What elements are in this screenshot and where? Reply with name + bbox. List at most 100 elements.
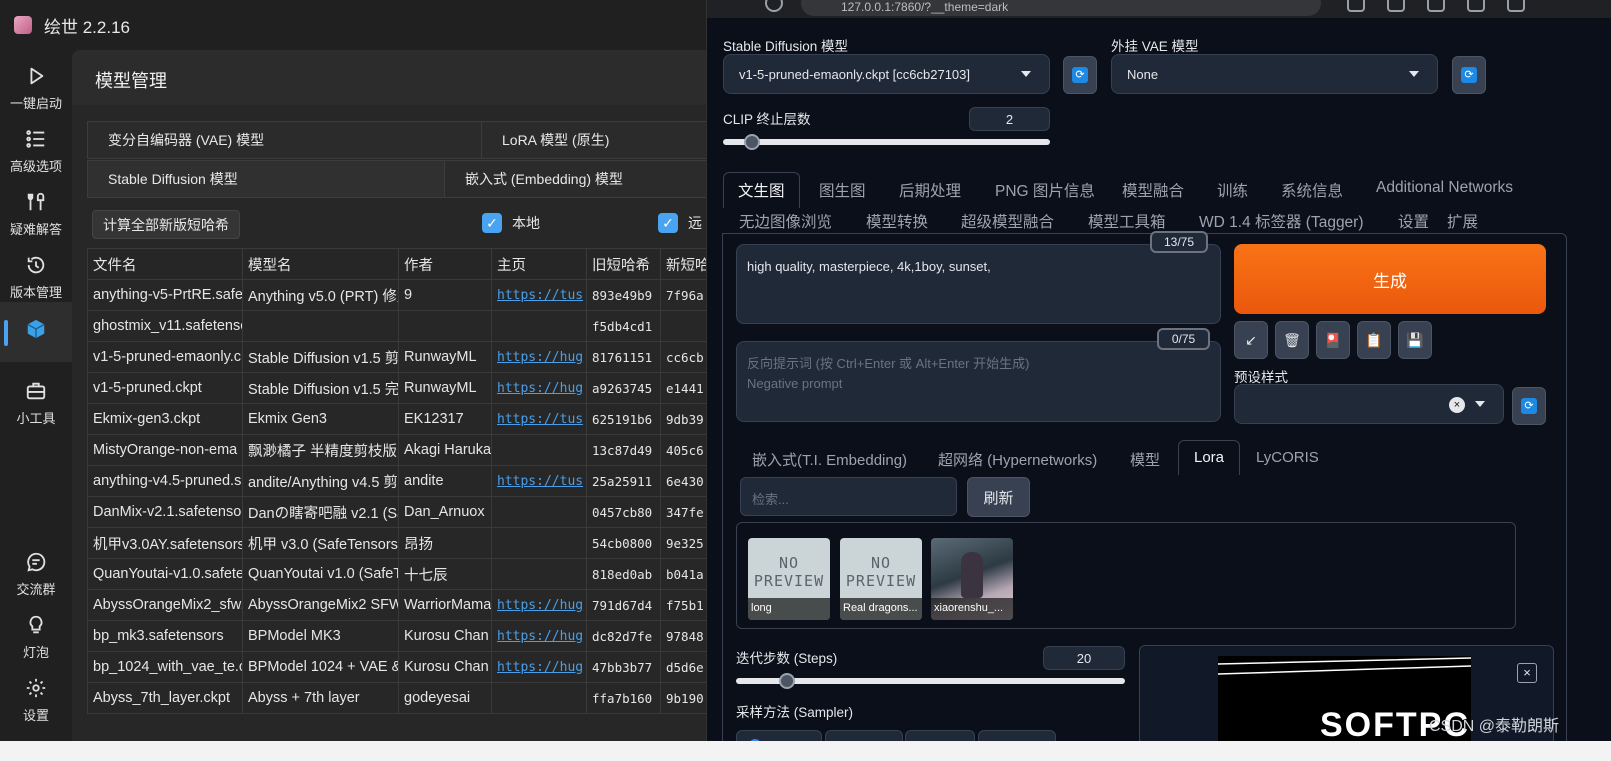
nav-settings[interactable]: 设置 bbox=[0, 670, 72, 730]
homepage-link[interactable]: https://tus bbox=[491, 465, 587, 497]
main-tab[interactable]: 模型转换 bbox=[866, 210, 928, 232]
clear-icon[interactable]: × bbox=[1449, 397, 1465, 413]
main-tab[interactable]: Additional Networks bbox=[1376, 179, 1513, 197]
table-row[interactable]: v1-5-pruned.ckpt Stable Diffusion v1.5 完R… bbox=[87, 372, 706, 404]
tab-vae-models[interactable]: 变分自编码器 (VAE) 模型 bbox=[87, 121, 482, 159]
vae-dropdown[interactable]: None bbox=[1111, 54, 1438, 94]
clip-skip-input[interactable]: 2 bbox=[969, 107, 1050, 131]
favorites-icon[interactable] bbox=[1387, 0, 1405, 12]
trash-button[interactable]: 🗑 bbox=[1275, 321, 1309, 359]
homepage-link[interactable]: https://tus bbox=[491, 279, 587, 311]
network-tab[interactable]: 模型 bbox=[1130, 449, 1160, 470]
homepage-link[interactable]: https://hug bbox=[491, 372, 587, 404]
column-header[interactable]: 文件名 bbox=[87, 248, 243, 280]
table-row[interactable]: QuanYoutai-v1.0.safete QuanYoutai v1.0 (S… bbox=[87, 558, 706, 590]
address-bar[interactable]: 127.0.0.1:7860/?__theme=dark bbox=[801, 0, 1321, 16]
table-row[interactable]: MistyOrange-non-ema 飘渺橘子 半精度剪枝版 (Akagi Ha… bbox=[87, 434, 706, 466]
nav-troubleshooting[interactable]: 疑难解答 bbox=[0, 184, 72, 244]
reload-icon[interactable] bbox=[765, 0, 783, 12]
nav-model-management[interactable] bbox=[0, 302, 72, 362]
homepage-link[interactable]: https://hug bbox=[491, 651, 587, 683]
sampler-option[interactable] bbox=[978, 730, 1056, 741]
network-tab[interactable]: 嵌入式(T.I. Embedding) bbox=[752, 449, 907, 470]
slider-knob[interactable] bbox=[744, 134, 761, 150]
refresh-vae-button[interactable]: ⟳ bbox=[1452, 56, 1486, 94]
calc-hash-button[interactable]: 计算全部新版短哈希 bbox=[92, 210, 240, 239]
main-tab[interactable]: PNG 图片信息 bbox=[995, 179, 1095, 201]
network-tab[interactable]: LyCORIS bbox=[1256, 449, 1319, 466]
steps-input[interactable]: 20 bbox=[1043, 646, 1125, 670]
lora-card[interactable]: NO PREVIEW Real dragons... bbox=[840, 538, 922, 620]
network-tab[interactable]: Lora bbox=[1178, 440, 1241, 475]
nav-tools[interactable]: 小工具 bbox=[0, 373, 72, 433]
homepage-link[interactable]: https://hug bbox=[491, 589, 587, 621]
table-row[interactable]: bp_mk3.safetensors BPModel MK3 Kurosu Chan… bbox=[87, 620, 706, 652]
nav-one-click-start[interactable]: 一键启动 bbox=[0, 58, 72, 118]
sd-model-dropdown[interactable]: v1-5-pruned-emaonly.ckpt [cc6cb27103] bbox=[723, 54, 1050, 94]
homepage-link[interactable]: https://hug bbox=[491, 620, 587, 652]
remote-checkbox[interactable]: ✓ 远 bbox=[658, 213, 702, 233]
main-tab[interactable]: 训练 bbox=[1217, 179, 1248, 201]
nav-chat-group[interactable]: 交流群 bbox=[0, 544, 72, 604]
sampler-option[interactable] bbox=[736, 730, 822, 741]
table-row[interactable]: AbyssOrangeMix2_sfw.s AbyssOrangeMix2 SFW… bbox=[87, 589, 706, 621]
generate-button[interactable]: 生成 bbox=[1234, 244, 1546, 314]
lora-card[interactable]: NO PREVIEW long bbox=[748, 538, 830, 620]
table-row[interactable]: DanMix-v2.1.safetensors Danの瞎寄吧融 v2.1 (Sa… bbox=[87, 496, 706, 528]
main-tab[interactable]: 设置 bbox=[1398, 210, 1429, 232]
column-header[interactable]: 旧短哈希 bbox=[586, 248, 661, 280]
homepage-link[interactable]: https://tus bbox=[491, 403, 587, 435]
show-networks-button[interactable]: 🎴 bbox=[1316, 321, 1350, 359]
paste-style-button[interactable]: 📋 bbox=[1357, 321, 1391, 359]
extension-icon[interactable] bbox=[1347, 0, 1365, 12]
lora-card[interactable]: xiaorenshu_... bbox=[931, 538, 1013, 620]
main-tab[interactable]: 后期处理 bbox=[899, 179, 961, 201]
main-tab[interactable]: 无边图像浏览 bbox=[739, 210, 832, 232]
sampler-option[interactable] bbox=[905, 730, 975, 741]
nav-advanced-options[interactable]: 高级选项 bbox=[0, 121, 72, 181]
table-row[interactable]: v1-5-pruned-emaonly.ckptStable Diffusion… bbox=[87, 341, 706, 373]
main-tab[interactable]: 模型工具箱 bbox=[1088, 210, 1166, 232]
refresh-networks-button[interactable]: 刷新 bbox=[967, 477, 1030, 517]
homepage-link[interactable]: https://hug bbox=[491, 341, 587, 373]
main-tab[interactable]: 扩展 bbox=[1447, 210, 1478, 232]
style-dropdown[interactable]: × bbox=[1234, 384, 1504, 424]
refresh-sd-model-button[interactable]: ⟳ bbox=[1063, 56, 1097, 94]
profile-icon[interactable] bbox=[1467, 0, 1485, 12]
column-header[interactable]: 模型名 bbox=[242, 248, 399, 280]
table-row[interactable]: 机甲v3.0AY.safetensors 机甲 v3.0 (SafeTensors… bbox=[87, 527, 706, 559]
main-tab[interactable]: WD 1.4 标签器 (Tagger) bbox=[1199, 210, 1364, 232]
column-header[interactable]: 主页 bbox=[491, 248, 587, 280]
network-search-input[interactable]: 检索... bbox=[740, 477, 957, 516]
tab-embedding-models[interactable]: 嵌入式 (Embedding) 模型 bbox=[444, 160, 706, 198]
table-row[interactable]: ghostmix_v11.safetensors f5db4cd1 bbox=[87, 310, 706, 342]
negative-prompt-input[interactable]: 反向提示词 (按 Ctrl+Enter 或 Alt+Enter 开始生成) Ne… bbox=[736, 341, 1221, 422]
close-icon[interactable]: × bbox=[1517, 663, 1537, 683]
tab-sd-models[interactable]: Stable Diffusion 模型 bbox=[87, 160, 445, 198]
prompt-input[interactable]: high quality, masterpiece, 4k,1boy, suns… bbox=[736, 244, 1221, 324]
column-header[interactable]: 作者 bbox=[398, 248, 492, 280]
nav-bulb[interactable]: 灯泡 bbox=[0, 607, 72, 667]
network-tab[interactable]: 超网络 (Hypernetworks) bbox=[938, 449, 1097, 470]
main-tab[interactable]: 系统信息 bbox=[1281, 179, 1343, 201]
main-tab[interactable]: 超级模型融合 bbox=[961, 210, 1054, 232]
table-row[interactable]: anything-v4.5-pruned.s andite/Anything v4… bbox=[87, 465, 706, 497]
table-row[interactable]: Abyss_7th_layer.ckpt Abyss + 7th layer god… bbox=[87, 682, 706, 714]
table-row[interactable]: anything-v5-PrtRE.safetensorsAnything v5… bbox=[87, 279, 706, 311]
table-row[interactable]: Ekmix-gen3.ckpt Ekmix Gen3 EK12317 https://… bbox=[87, 403, 706, 435]
slider-knob[interactable] bbox=[778, 673, 795, 689]
column-header[interactable]: 新短哈 bbox=[660, 248, 706, 280]
sampler-option[interactable] bbox=[825, 730, 903, 741]
table-row[interactable]: bp_1024_with_vae_te.ckptBPModel 1024 + V… bbox=[87, 651, 706, 683]
steps-slider[interactable] bbox=[736, 673, 1125, 689]
main-tab[interactable]: 图生图 bbox=[819, 179, 866, 201]
clip-skip-slider[interactable] bbox=[723, 134, 1050, 150]
main-tab[interactable]: 模型融合 bbox=[1122, 179, 1184, 201]
tab-lora-models[interactable]: LoRA 模型 (原生) bbox=[481, 121, 706, 159]
refresh-style-button[interactable]: ⟳ bbox=[1512, 387, 1546, 425]
nav-version-management[interactable]: 版本管理 bbox=[0, 247, 72, 307]
collections-icon[interactable] bbox=[1427, 0, 1445, 12]
save-style-button[interactable]: 💾 bbox=[1398, 321, 1432, 359]
settings-icon[interactable] bbox=[1507, 0, 1525, 12]
main-tab[interactable]: 文生图 bbox=[723, 172, 800, 208]
